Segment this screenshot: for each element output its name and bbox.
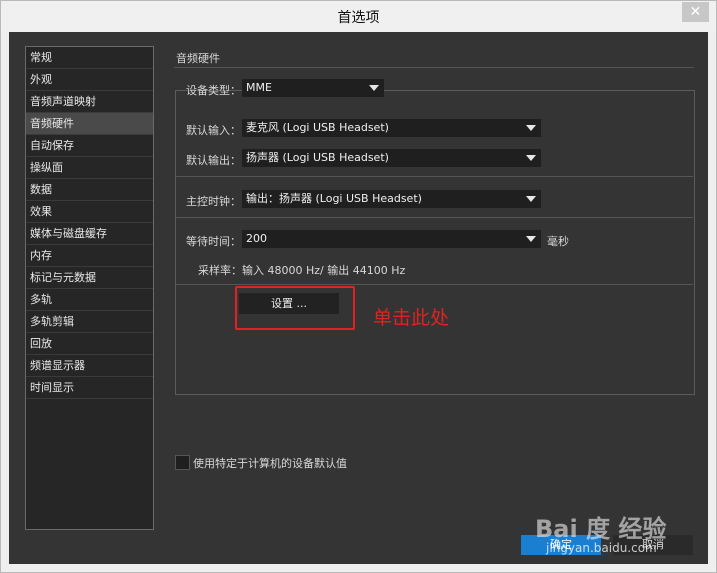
chevron-down-icon bbox=[526, 196, 536, 202]
latency-select[interactable]: 200 bbox=[242, 230, 541, 248]
sidebar-item-control-surface[interactable]: 操纵面 bbox=[26, 157, 153, 179]
sidebar-item-data[interactable]: 数据 bbox=[26, 179, 153, 201]
window-title: 首选项 bbox=[337, 10, 380, 26]
section-divider bbox=[174, 67, 694, 68]
divider bbox=[176, 176, 693, 177]
default-input-value: 麦克风 (Logi USB Headset) bbox=[246, 121, 389, 134]
default-input-select[interactable]: 麦克风 (Logi USB Headset) bbox=[242, 119, 541, 137]
sample-rate-text: 采样率：输入 48000 Hz/ 输出 44100 Hz bbox=[198, 264, 406, 277]
sidebar-item-general[interactable]: 常规 bbox=[26, 47, 153, 69]
sidebar-item-media-disk-cache[interactable]: 媒体与磁盘缓存 bbox=[26, 223, 153, 245]
sidebar-item-multitrack-clips[interactable]: 多轨剪辑 bbox=[26, 311, 153, 333]
master-clock-label: 主控时钟： bbox=[186, 195, 241, 208]
sidebar-item-auto-save[interactable]: 自动保存 bbox=[26, 135, 153, 157]
sidebar-item-markers-metadata[interactable]: 标记与元数据 bbox=[26, 267, 153, 289]
divider bbox=[176, 284, 693, 285]
sidebar-item-memory[interactable]: 内存 bbox=[26, 245, 153, 267]
master-clock-select[interactable]: 输出：扬声器 (Logi USB Headset) bbox=[242, 190, 541, 208]
annotation-text: 单击此处 bbox=[373, 307, 450, 329]
default-output-select[interactable]: 扬声器 (Logi USB Headset) bbox=[242, 149, 541, 167]
default-output-label: 默认输出： bbox=[186, 154, 241, 167]
chevron-down-icon bbox=[526, 236, 536, 242]
title-bar: 首选项 ✕ bbox=[1, 1, 716, 32]
dialog-body: 常规 外观 音频声道映射 音频硬件 自动保存 操纵面 数据 效果 媒体与磁盘缓存… bbox=[9, 32, 708, 564]
preferences-window: 首选项 ✕ 常规 外观 音频声道映射 音频硬件 自动保存 操纵面 数据 效果 媒… bbox=[0, 0, 717, 573]
divider bbox=[176, 217, 693, 218]
sidebar-item-appearance[interactable]: 外观 bbox=[26, 69, 153, 91]
device-type-label: 设备类型： bbox=[186, 84, 241, 97]
device-type-select[interactable]: MME bbox=[242, 79, 384, 97]
annotation-highlight-box bbox=[235, 286, 355, 330]
category-sidebar: 常规 外观 音频声道映射 音频硬件 自动保存 操纵面 数据 效果 媒体与磁盘缓存… bbox=[25, 46, 154, 530]
device-type-value: MME bbox=[246, 81, 272, 94]
master-clock-value: 输出：扬声器 (Logi USB Headset) bbox=[246, 192, 422, 205]
latency-unit: 毫秒 bbox=[547, 235, 569, 248]
close-button[interactable]: ✕ bbox=[682, 2, 709, 22]
default-input-label: 默认输入： bbox=[186, 124, 241, 137]
sidebar-item-effects[interactable]: 效果 bbox=[26, 201, 153, 223]
default-output-value: 扬声器 (Logi USB Headset) bbox=[246, 151, 389, 164]
sidebar-item-multitrack[interactable]: 多轨 bbox=[26, 289, 153, 311]
sidebar-item-spectral-display[interactable]: 频谱显示器 bbox=[26, 355, 153, 377]
sidebar-item-time-display[interactable]: 时间显示 bbox=[26, 377, 153, 399]
chevron-down-icon bbox=[369, 85, 379, 91]
device-defaults-checkbox[interactable] bbox=[175, 455, 190, 470]
section-title: 音频硬件 bbox=[176, 52, 220, 65]
sidebar-item-audio-channel-mapping[interactable]: 音频声道映射 bbox=[26, 91, 153, 113]
sidebar-item-playback[interactable]: 回放 bbox=[26, 333, 153, 355]
baidu-watermark-logo: Bai 度 经验 bbox=[535, 515, 667, 543]
chevron-down-icon bbox=[526, 155, 536, 161]
latency-value: 200 bbox=[246, 232, 267, 245]
sidebar-item-audio-hardware[interactable]: 音频硬件 bbox=[26, 113, 153, 135]
latency-label: 等待时间： bbox=[186, 235, 241, 248]
device-defaults-checkbox-label: 使用特定于计算机的设备默认值 bbox=[193, 457, 347, 470]
chevron-down-icon bbox=[526, 125, 536, 131]
baidu-watermark-url: jingyan.baidu.com bbox=[546, 541, 657, 555]
